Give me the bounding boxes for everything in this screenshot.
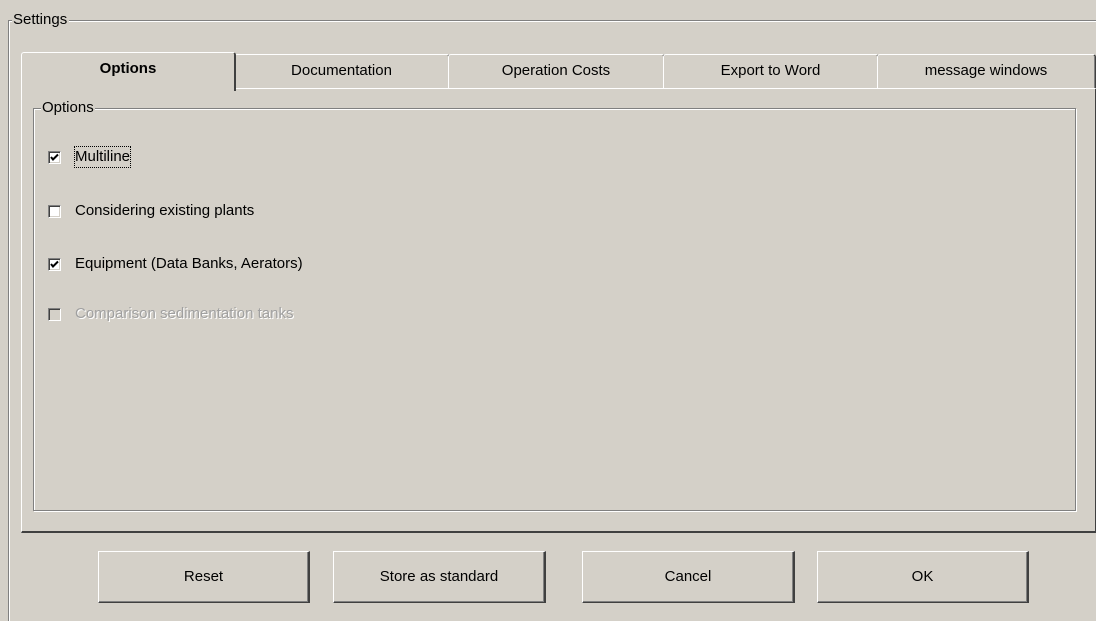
reset-button-label: Reset — [183, 568, 224, 585]
tab-options[interactable]: Options — [21, 52, 236, 91]
multiline-label[interactable]: Multiline — [73, 146, 132, 168]
check-icon — [50, 260, 59, 268]
equipment-label[interactable]: Equipment (Data Banks, Aerators) — [75, 254, 303, 274]
settings-group-title: Settings — [12, 11, 70, 29]
tab-operation-costs[interactable]: Operation Costs — [448, 54, 665, 88]
tab-documentation-label: Documentation — [291, 62, 392, 79]
tab-message-windows-label: message windows — [924, 62, 1048, 79]
tab-export-to-word[interactable]: Export to Word — [663, 54, 879, 88]
ok-button-label: OK — [911, 568, 934, 585]
reset-button[interactable]: Reset — [98, 551, 310, 603]
options-group-title: Options — [41, 99, 95, 117]
tab-options-label: Options — [99, 60, 157, 77]
equipment-checkbox[interactable] — [48, 257, 61, 271]
tab-export-to-word-label: Export to Word — [720, 62, 821, 79]
multiline-checkbox[interactable] — [48, 150, 61, 164]
store-as-standard-label: Store as standard — [379, 568, 499, 585]
ok-button[interactable]: OK — [817, 551, 1029, 603]
multiline-option[interactable]: Multiline — [48, 146, 132, 168]
tab-operation-costs-label: Operation Costs — [501, 62, 611, 79]
check-icon — [50, 153, 59, 161]
equipment-option[interactable]: Equipment (Data Banks, Aerators) — [48, 254, 303, 274]
comparison-tanks-option: Comparison sedimentation tanks — [48, 304, 293, 324]
comparison-tanks-checkbox — [48, 307, 61, 321]
cancel-button-label: Cancel — [664, 568, 712, 585]
tab-documentation[interactable]: Documentation — [234, 54, 450, 88]
tab-message-windows[interactable]: message windows — [877, 54, 1096, 88]
store-as-standard-button[interactable]: Store as standard — [333, 551, 546, 603]
cancel-button[interactable]: Cancel — [582, 551, 795, 603]
existing-plants-label[interactable]: Considering existing plants — [75, 201, 254, 221]
existing-plants-option[interactable]: Considering existing plants — [48, 201, 254, 221]
existing-plants-checkbox[interactable] — [48, 204, 61, 218]
comparison-tanks-label: Comparison sedimentation tanks — [75, 305, 294, 322]
